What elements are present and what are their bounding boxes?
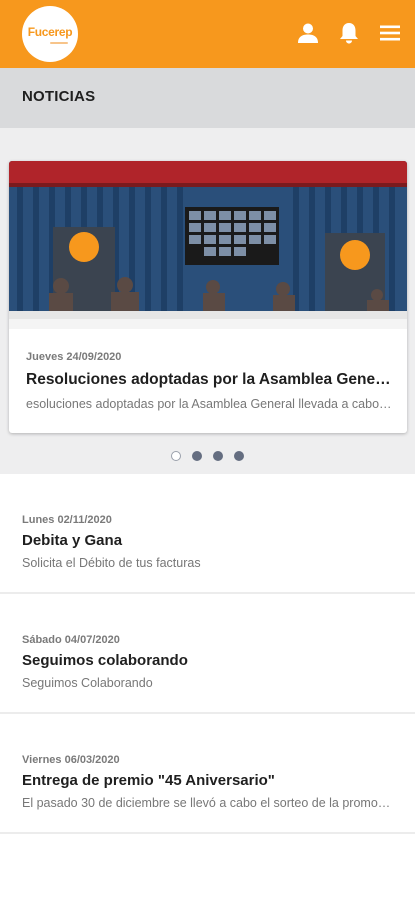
fucerep-logo[interactable]: Fucerep (22, 6, 78, 62)
news-date: Sábado 04/07/2020 (22, 634, 120, 646)
carousel-dot[interactable] (234, 451, 244, 461)
news-date: Viernes 06/03/2020 (22, 754, 120, 766)
news-title[interactable]: Debita y Gana (22, 532, 122, 549)
news-description: El pasado 30 de diciembre se llevó a cab… (22, 796, 392, 810)
news-carousel[interactable]: Jueves 24/09/2020 Resoluciones adoptadas… (0, 128, 415, 474)
news-item[interactable]: Viernes 06/03/2020 Entrega de premio "45… (0, 714, 415, 834)
card-date: Jueves 24/09/2020 (26, 351, 122, 363)
news-description: Solicita el Débito de tus facturas (22, 556, 201, 570)
bell-icon[interactable] (336, 20, 362, 46)
carousel-card[interactable]: Jueves 24/09/2020 Resoluciones adoptadas… (9, 161, 407, 433)
carousel-dot[interactable] (171, 451, 181, 461)
card-description: esoluciones adoptadas por la Asamblea Ge… (26, 397, 392, 411)
news-item[interactable]: Sábado 04/07/2020 Seguimos colaborando S… (0, 594, 415, 714)
menu-icon[interactable] (377, 20, 403, 46)
carousel-dot[interactable] (213, 451, 223, 461)
app-header: Fucerep (0, 0, 415, 68)
news-title[interactable]: Entrega de premio "45 Aniversario" (22, 772, 275, 789)
section-title: NOTICIAS (22, 88, 96, 105)
logo-text: Fucerep (27, 24, 73, 39)
news-date: Lunes 02/11/2020 (22, 514, 112, 526)
user-icon[interactable] (295, 20, 321, 46)
logo-underline (50, 41, 68, 44)
news-title[interactable]: Seguimos colaborando (22, 652, 188, 669)
carousel-pagination (0, 451, 415, 463)
card-title[interactable]: Resoluciones adoptadas por la Asamblea G… (26, 371, 392, 389)
news-item[interactable]: Lunes 02/11/2020 Debita y Gana Solicita … (0, 474, 415, 594)
news-list: Lunes 02/11/2020 Debita y Gana Solicita … (0, 474, 415, 834)
section-bar: NOTICIAS (0, 68, 415, 128)
carousel-dot[interactable] (192, 451, 202, 461)
news-photo (9, 161, 407, 329)
news-description: Seguimos Colaborando (22, 676, 153, 690)
